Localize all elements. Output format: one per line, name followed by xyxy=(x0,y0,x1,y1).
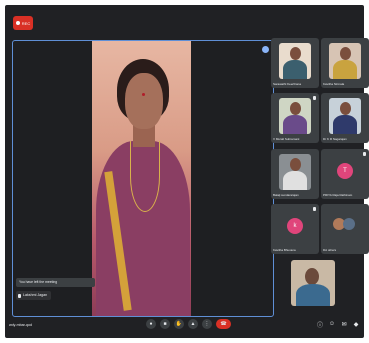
info-icon[interactable]: ⓘ xyxy=(316,320,324,329)
mic-off-icon xyxy=(363,152,366,156)
recording-badge: REC xyxy=(13,16,33,30)
participant-name: Sarawathi Keerthana xyxy=(273,82,302,86)
bindi xyxy=(142,93,145,96)
present-icon[interactable]: ▲ xyxy=(188,319,198,329)
activities-icon[interactable]: ◆ xyxy=(352,320,360,328)
mic-off-icon xyxy=(313,96,316,100)
camera-icon[interactable]: ■ xyxy=(160,319,170,329)
participant-name: Dr K R Nagarajan xyxy=(323,137,347,141)
mic-off-icon xyxy=(18,293,21,298)
status-tooltip: You have left the meeting xyxy=(16,278,95,287)
people-icon[interactable]: ☺ xyxy=(328,320,336,328)
participant-tile[interactable]: Balaji sundararajan xyxy=(271,149,319,199)
participant-name: Kavitha Nirmala xyxy=(323,82,345,86)
participant-name: Kavitha Bhuvana xyxy=(273,248,296,252)
necklace xyxy=(130,141,160,212)
participant-tile[interactable]: k Kavitha Bhuvana xyxy=(271,204,319,254)
participant-video xyxy=(279,154,311,190)
participant-name: PRIYA Raja Rathinam xyxy=(323,193,353,197)
participant-tile[interactable]: V Murali Subramani xyxy=(271,93,319,143)
participant-tile[interactable]: Kavitha Nirmala xyxy=(321,38,369,88)
pin-icon[interactable] xyxy=(262,46,269,53)
participant-avatar: T xyxy=(337,163,353,179)
meeting-code: wdy-mbar-qod xyxy=(9,323,32,327)
mic-off-icon xyxy=(313,207,316,211)
main-speaker-tile[interactable]: You have left the meeting Lakshmi Jagan xyxy=(12,40,274,317)
participant-video xyxy=(279,98,311,134)
recording-label: REC xyxy=(21,20,31,26)
end-call-icon[interactable]: ☎ xyxy=(216,319,231,329)
participant-video xyxy=(279,43,311,79)
others-tile[interactable]: DA others xyxy=(321,204,369,254)
mic-icon[interactable]: ● xyxy=(146,319,156,329)
self-head xyxy=(305,268,319,285)
speaker-name: Lakshmi Jagan xyxy=(23,293,48,297)
hand-icon[interactable]: ✋ xyxy=(174,319,184,329)
speaker-video xyxy=(92,41,191,316)
self-body xyxy=(296,284,330,306)
participant-name: Balaji sundararajan xyxy=(273,193,299,197)
others-avatar-2 xyxy=(343,218,355,230)
participant-avatar: k xyxy=(287,218,303,234)
participant-tile[interactable]: Dr K R Nagarajan xyxy=(321,93,369,143)
self-view-tile[interactable] xyxy=(291,260,335,306)
chat-icon[interactable]: ✉ xyxy=(340,320,348,328)
participant-name: V Murali Subramani xyxy=(273,137,300,141)
participant-tile[interactable]: T PRIYA Raja Rathinam xyxy=(321,149,369,199)
more-icon[interactable]: ⋮ xyxy=(202,319,212,329)
record-dot-icon xyxy=(15,21,20,25)
speaker-name-tag: Lakshmi Jagan xyxy=(16,291,52,300)
participant-video xyxy=(329,98,361,134)
participant-tile[interactable]: Sarawathi Keerthana xyxy=(271,38,319,88)
participant-video xyxy=(329,43,361,79)
bottom-toolbar: wdy-mbar-qod ● ■ ✋ ▲ ⋮ ☎ ⓘ ☺ ✉ ◆ xyxy=(5,316,364,338)
participant-name: DA others xyxy=(323,248,337,252)
speaker-face xyxy=(125,73,163,129)
